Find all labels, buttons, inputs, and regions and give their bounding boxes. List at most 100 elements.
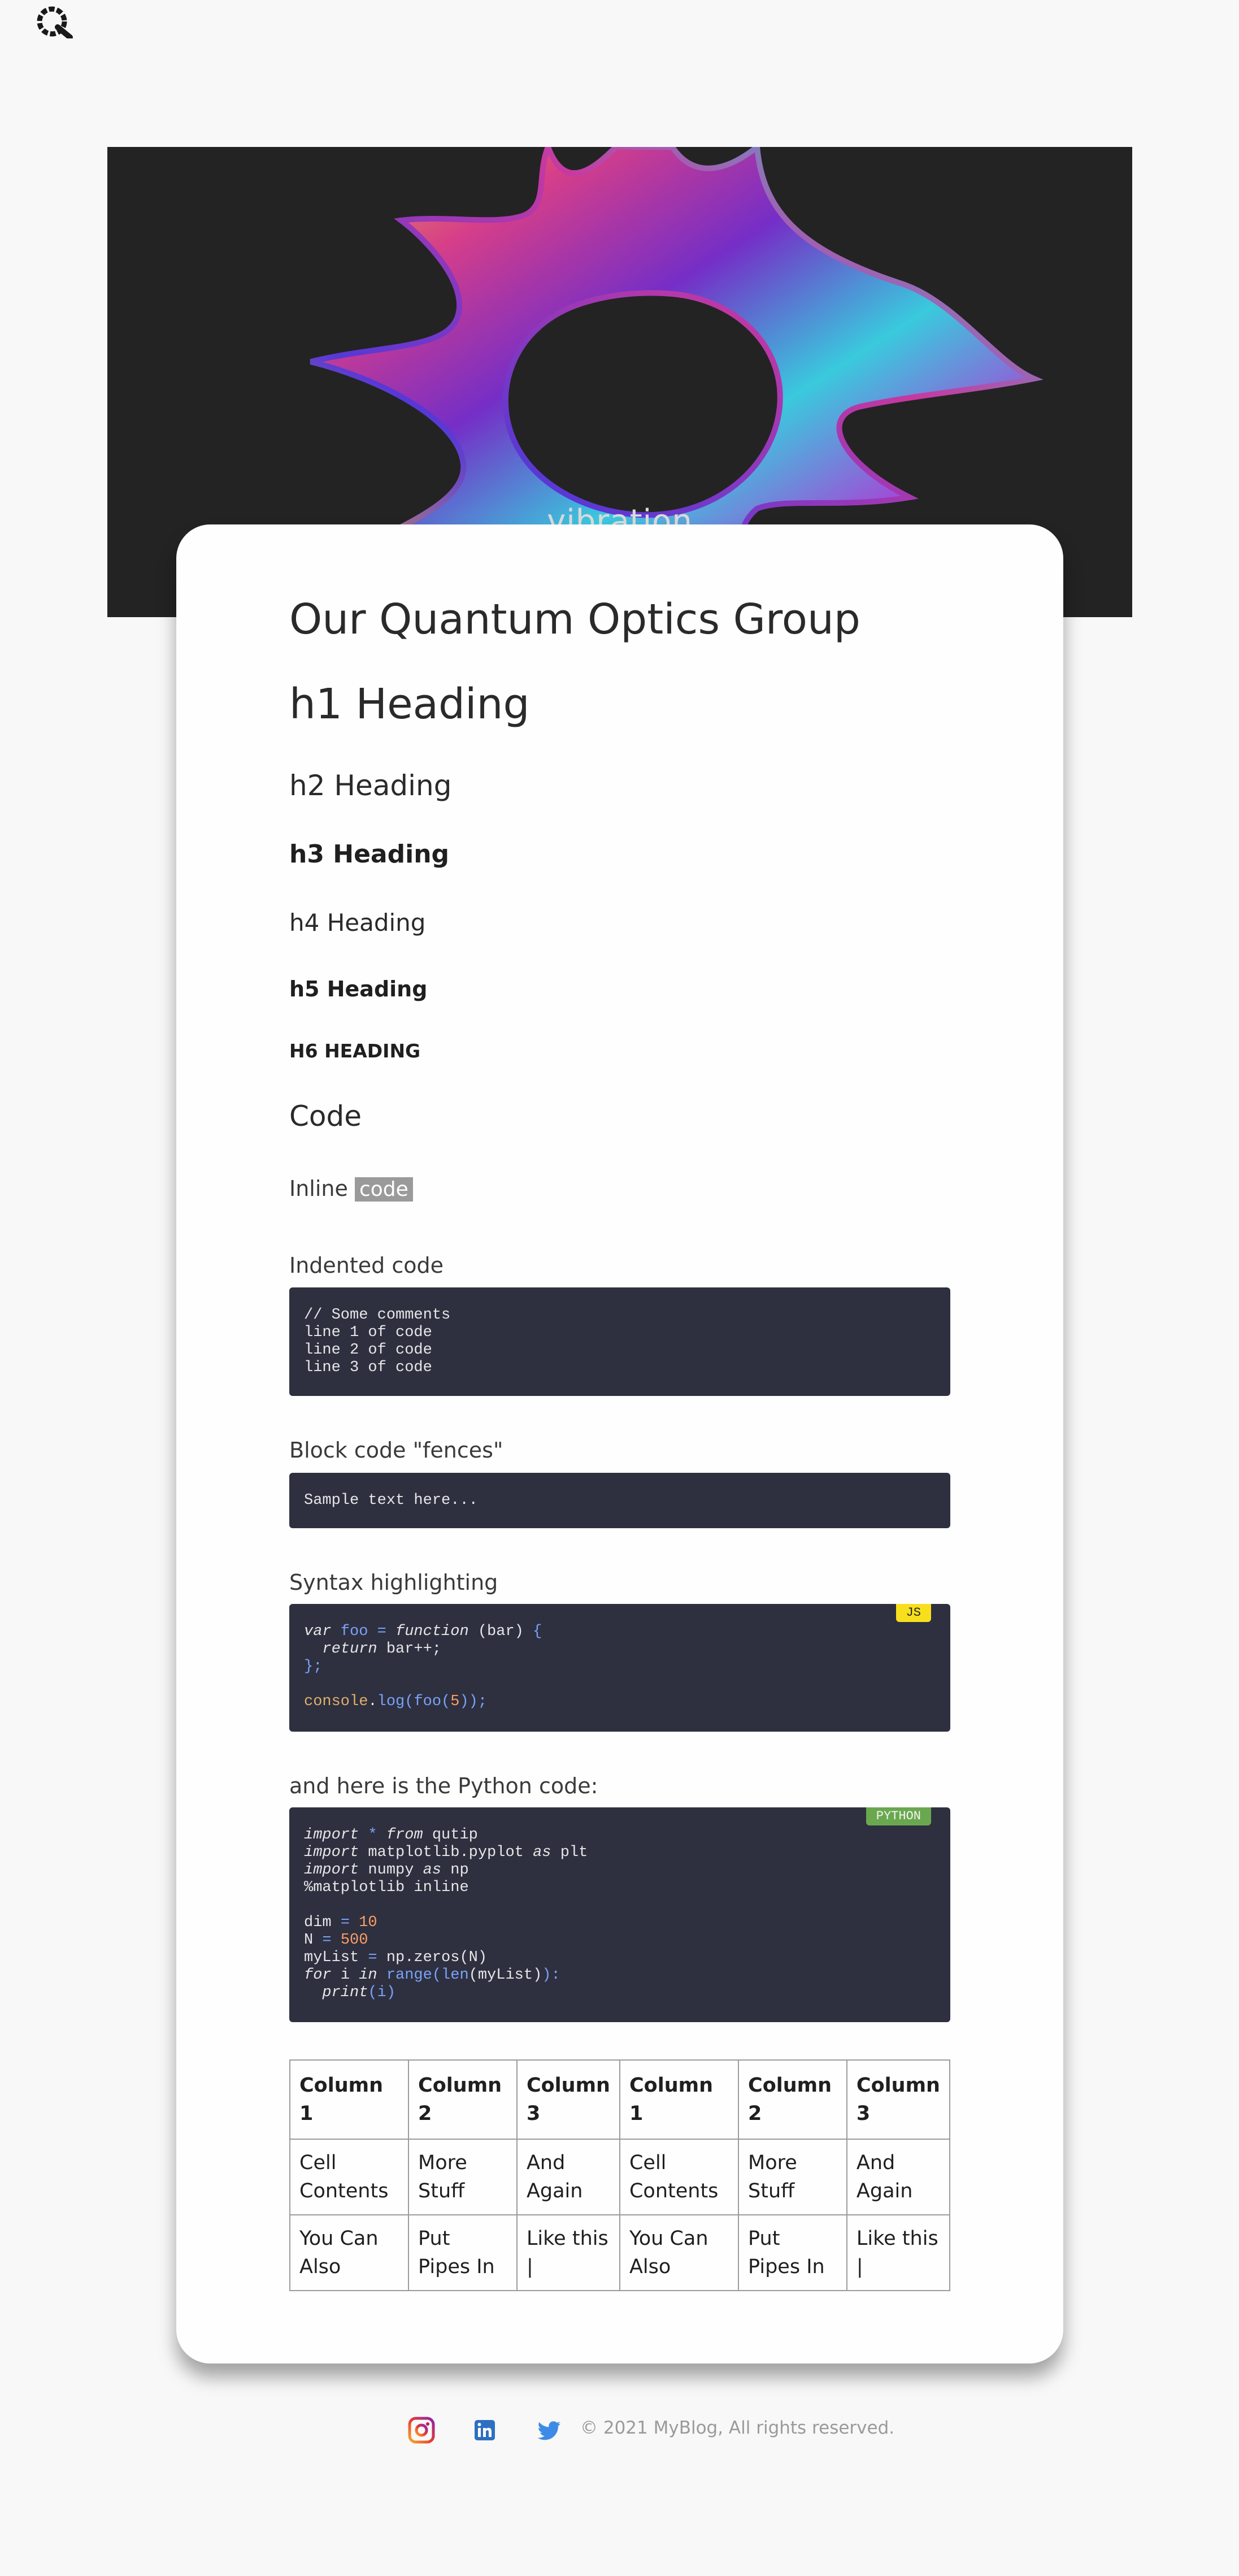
code-token: range [386, 1967, 432, 1984]
twitter-link[interactable] [536, 2417, 563, 2444]
code-token: * [368, 1827, 377, 1844]
js-line-5: console.log(foo(5)); [304, 1693, 487, 1710]
code-token: 5 [450, 1693, 460, 1710]
code-token: var [304, 1623, 332, 1640]
table-cell: Like this | [846, 2214, 951, 2291]
table-header-cell: Column 2 [408, 2059, 518, 2140]
code-token: in [359, 1967, 377, 1984]
code-token: = [322, 1932, 332, 1949]
code-token: qutip [432, 1827, 478, 1844]
table-header-cell: Column 3 [516, 2059, 620, 2140]
page-title: Our Quantum Optics Group [289, 595, 860, 644]
code-token: np [450, 1862, 469, 1879]
indented-code-label: Indented code [289, 1253, 444, 1278]
table-header-cell: Column 3 [846, 2059, 951, 2140]
indented-code-block: // Some comments line 1 of code line 2 o… [289, 1287, 950, 1396]
code-token: { [533, 1623, 542, 1640]
code-token: ): [542, 1967, 560, 1984]
table-cell: You Can Also [289, 2214, 410, 2291]
twitter-icon [537, 2421, 560, 2440]
code-token: (myList) [468, 1967, 542, 1984]
site-footer: © 2021 MyBlog, All rights reserved. [0, 2412, 1239, 2452]
code-token: plt [560, 1844, 588, 1861]
copyright-text: © 2021 MyBlog, All rights reserved. [580, 2418, 895, 2438]
code-token: for [304, 1967, 332, 1984]
table-cell: More Stuff [408, 2139, 518, 2215]
py-line-7: N = 500 [304, 1932, 368, 1949]
site-logo[interactable] [35, 5, 75, 40]
js-code-block: JS var foo = function (bar) { return bar+… [289, 1604, 950, 1732]
quantum-q-logo-icon [37, 6, 73, 40]
python-code-label: and here is the Python code: [289, 1773, 598, 1798]
code-token: function [395, 1623, 469, 1640]
table-cell: And Again [516, 2139, 620, 2215]
py-line-4: %matplotlib inline [304, 1879, 469, 1896]
code-token: from [386, 1827, 423, 1844]
syntax-highlighting-label: Syntax highlighting [289, 1570, 498, 1595]
code-token: as [533, 1844, 551, 1861]
code-token: import [304, 1844, 359, 1861]
code-token: console [304, 1693, 368, 1710]
code-token: myList [304, 1949, 359, 1966]
table-cell: Put Pipes In [408, 2214, 518, 2291]
code-token: len [441, 1967, 469, 1984]
code-token: foo [414, 1693, 442, 1710]
table-cell: Cell Contents [289, 2139, 410, 2215]
table-header-cell: Column 1 [619, 2059, 740, 2140]
code-token: ( [432, 1967, 442, 1984]
py-line-9: for i in range(len(myList)): [304, 1967, 560, 1984]
code-token: log [377, 1693, 405, 1710]
code-token: matplotlib.pyplot [368, 1844, 524, 1861]
js-line-1: var foo = function (bar) { [304, 1623, 542, 1640]
h6-heading: h6 Heading [289, 1040, 421, 1062]
h1-heading: h1 Heading [289, 680, 530, 728]
code-token: )); [459, 1693, 488, 1710]
js-language-badge: JS [895, 1604, 931, 1622]
linkedin-link[interactable] [471, 2417, 498, 2444]
code-token: ( [441, 1693, 451, 1710]
code-token: foo [340, 1623, 368, 1640]
code-token: = [340, 1914, 350, 1931]
code-token: as [423, 1862, 442, 1879]
table-cell: And Again [846, 2139, 951, 2215]
code-token: . [368, 1693, 377, 1710]
py-line-3: import numpy as np [304, 1862, 469, 1879]
code-token: = [377, 1623, 386, 1640]
js-line-2: return bar++; [304, 1641, 441, 1658]
inline-label: Inline [289, 1176, 348, 1201]
code-token: (i) [368, 1984, 396, 2001]
table-cell: Cell Contents [619, 2139, 740, 2215]
code-token: 10 [359, 1914, 377, 1931]
article-card: Our Quantum Optics Group h1 Heading h2 H… [176, 524, 1063, 2363]
inline-code-paragraph: Inline code [289, 1176, 413, 1202]
code-token: = [368, 1949, 377, 1966]
h5-heading: h5 Heading [289, 977, 428, 1001]
code-token: return [322, 1641, 377, 1658]
code-token: i [340, 1967, 350, 1984]
inline-code: code [354, 1177, 413, 1202]
code-token: N [304, 1932, 314, 1949]
py-line-8: myList = np.zeros(N) [304, 1949, 487, 1966]
py-line-1: import * from qutip [304, 1827, 478, 1844]
linkedin-icon [475, 2420, 495, 2440]
fences-code-block: Sample text here... [289, 1473, 950, 1528]
python-language-badge: PYTHON [866, 1807, 931, 1825]
py-line-2: import matplotlib.pyplot as plt [304, 1844, 588, 1861]
js-line-3: }; [304, 1658, 323, 1675]
sample-table: Column 1 Column 2 Column 3 Column 1 Colu… [289, 2059, 951, 2291]
fences-code-label: Block code "fences" [289, 1438, 503, 1463]
code-token: bar++; [386, 1641, 442, 1658]
instagram-link[interactable] [408, 2417, 435, 2444]
table-cell: Put Pipes In [738, 2214, 847, 2291]
table-row: Cell Contents More Stuff And Again Cell … [289, 2139, 951, 2215]
py-line-6: dim = 10 [304, 1914, 377, 1931]
code-token: import [304, 1827, 359, 1844]
code-token: import [304, 1862, 359, 1879]
code-section-heading: Code [289, 1100, 362, 1133]
code-token: print [322, 1984, 368, 2001]
code-token: (bar) [477, 1623, 524, 1640]
table-cell: You Can Also [619, 2214, 740, 2291]
code-token: ( [405, 1693, 414, 1710]
python-code-block: PYTHON import * from qutip import matplot… [289, 1807, 950, 2022]
instagram-icon [408, 2417, 435, 2444]
